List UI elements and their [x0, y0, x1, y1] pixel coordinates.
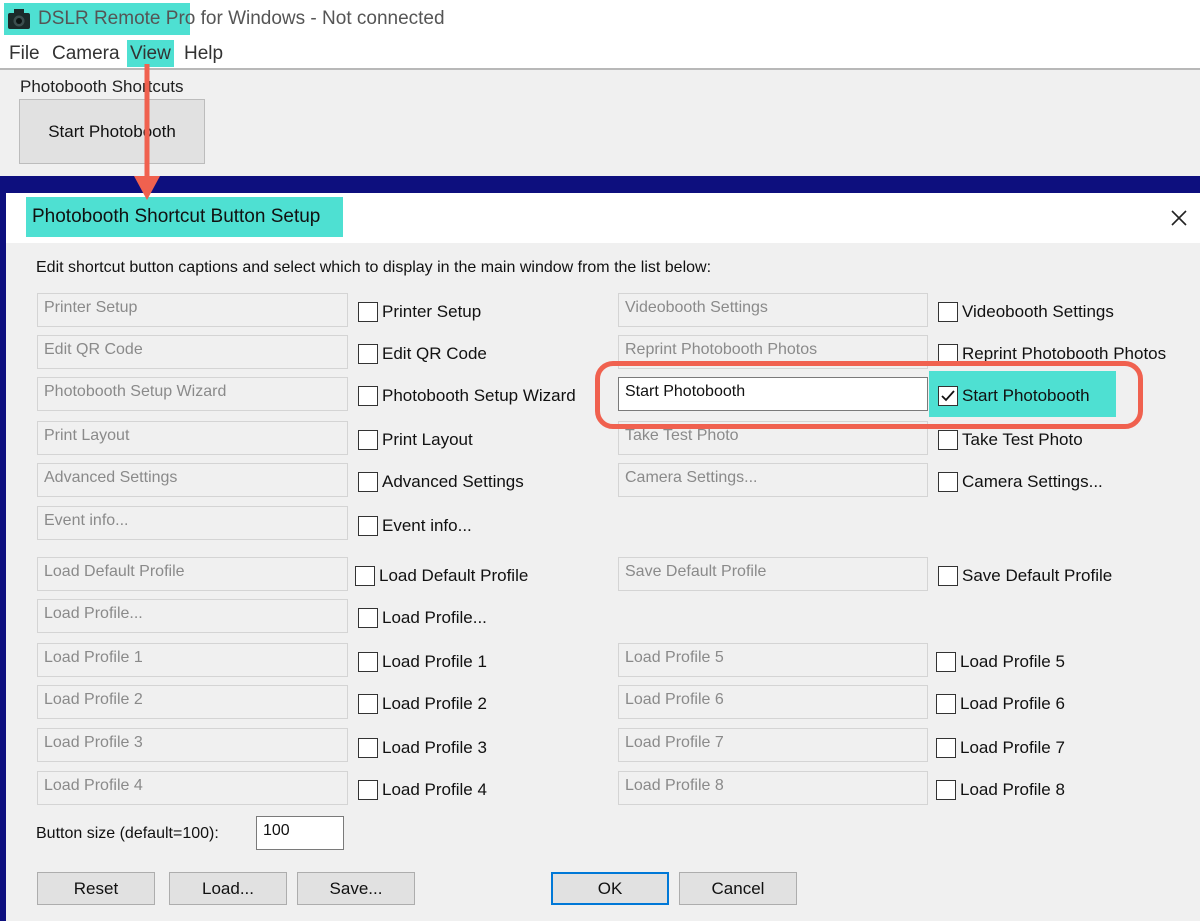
ok-button[interactable]: OK [551, 872, 669, 905]
camera-app-icon [8, 9, 30, 29]
checkbox-load-profile-3[interactable]: Load Profile 3 [358, 735, 487, 761]
checkbox-box[interactable] [938, 302, 958, 322]
caption-field-advanced-settings[interactable]: Advanced Settings [37, 463, 348, 497]
checkbox-load-profile-7[interactable]: Load Profile 7 [936, 735, 1065, 761]
checkbox-advanced-settings[interactable]: Advanced Settings [358, 469, 524, 495]
menu-file[interactable]: File [9, 43, 40, 65]
checkbox-box[interactable] [936, 652, 956, 672]
caption-field-load-profile-4[interactable]: Load Profile 4 [37, 771, 348, 805]
caption-field-load-default-profile[interactable]: Load Default Profile [37, 557, 348, 591]
caption-field-print-layout[interactable]: Print Layout [37, 421, 348, 455]
checkbox-load-profile-5[interactable]: Load Profile 5 [936, 649, 1065, 675]
caption-field-camera-settings[interactable]: Camera Settings... [618, 463, 928, 497]
checkbox-box[interactable] [358, 694, 378, 714]
checkbox-box[interactable] [358, 430, 378, 450]
checkbox-edit-qr-code[interactable]: Edit QR Code [358, 341, 487, 367]
checkbox-box[interactable] [355, 566, 375, 586]
checkbox-box[interactable] [936, 780, 956, 800]
caption-field-load-profile-8[interactable]: Load Profile 8 [618, 771, 928, 805]
checkbox-box[interactable] [358, 344, 378, 364]
menu-help[interactable]: Help [184, 43, 223, 65]
checkbox-load-profile-8[interactable]: Load Profile 8 [936, 777, 1065, 803]
button-size-label: Button size (default=100): [36, 825, 219, 842]
checkbox-load-profile-2[interactable]: Load Profile 2 [358, 691, 487, 717]
checkbox-camera-settings[interactable]: Camera Settings... [938, 469, 1103, 495]
checkbox-videobooth-settings[interactable]: Videobooth Settings [938, 299, 1114, 325]
menu-view[interactable]: View [130, 43, 171, 65]
checkbox-box[interactable] [358, 516, 378, 536]
checkbox-box[interactable] [358, 386, 378, 406]
caption-field-photobooth-setup-wizard[interactable]: Photobooth Setup Wizard [37, 377, 348, 411]
save-button[interactable]: Save... [297, 872, 415, 905]
checkbox-box[interactable] [358, 738, 378, 758]
menubar [0, 38, 1200, 68]
reset-button[interactable]: Reset [37, 872, 155, 905]
checkbox-load-default-profile[interactable]: Load Default Profile [355, 563, 528, 589]
photobooth-shortcuts-label: Photobooth Shortcuts [20, 77, 184, 96]
cancel-button[interactable]: Cancel [679, 872, 797, 905]
caption-field-save-default-profile[interactable]: Save Default Profile [618, 557, 928, 591]
caption-field-load-profile-1[interactable]: Load Profile 1 [37, 643, 348, 677]
checkbox-box[interactable] [938, 430, 958, 450]
checkbox-box[interactable] [936, 738, 956, 758]
checkbox-save-default-profile[interactable]: Save Default Profile [938, 563, 1112, 589]
checkbox-printer-setup[interactable]: Printer Setup [358, 299, 481, 325]
checkbox-box[interactable] [358, 302, 378, 322]
checkbox-box[interactable] [938, 472, 958, 492]
caption-field-load-profile[interactable]: Load Profile... [37, 599, 348, 633]
button-size-input[interactable]: 100 [256, 816, 344, 850]
window-title: DSLR Remote Pro for Windows - Not connec… [38, 8, 445, 29]
caption-field-event-info[interactable]: Event info... [37, 506, 348, 540]
checkbox-box[interactable] [358, 608, 378, 628]
checkbox-box[interactable] [358, 652, 378, 672]
checkbox-event-info[interactable]: Event info... [358, 513, 472, 539]
caption-field-load-profile-7[interactable]: Load Profile 7 [618, 728, 928, 762]
caption-field-videobooth-settings[interactable]: Videobooth Settings [618, 293, 928, 327]
shortcut-setup-dialog: Photobooth Shortcut Button Setup Edit sh… [6, 193, 1200, 921]
caption-field-printer-setup[interactable]: Printer Setup [37, 293, 348, 327]
caption-field-load-profile-6[interactable]: Load Profile 6 [618, 685, 928, 719]
checkbox-load-profile[interactable]: Load Profile... [358, 605, 487, 631]
checkbox-take-test-photo[interactable]: Take Test Photo [938, 427, 1083, 453]
dialog-title: Photobooth Shortcut Button Setup [32, 206, 321, 227]
caption-field-edit-qr-code[interactable]: Edit QR Code [37, 335, 348, 369]
checkbox-box[interactable] [938, 566, 958, 586]
caption-field-load-profile-2[interactable]: Load Profile 2 [37, 685, 348, 719]
checkbox-box[interactable] [358, 472, 378, 492]
caption-field-load-profile-3[interactable]: Load Profile 3 [37, 728, 348, 762]
checkbox-load-profile-4[interactable]: Load Profile 4 [358, 777, 487, 803]
checkbox-print-layout[interactable]: Print Layout [358, 427, 473, 453]
start-photobooth-shortcut-button[interactable]: Start Photobooth [19, 99, 205, 164]
load-button[interactable]: Load... [169, 872, 287, 905]
menu-camera[interactable]: Camera [52, 43, 120, 65]
checkbox-load-profile-6[interactable]: Load Profile 6 [936, 691, 1065, 717]
checkbox-load-profile-1[interactable]: Load Profile 1 [358, 649, 487, 675]
checkbox-box[interactable] [358, 780, 378, 800]
close-icon[interactable] [1167, 206, 1191, 230]
checkbox-box[interactable] [936, 694, 956, 714]
checkbox-photobooth-setup-wizard[interactable]: Photobooth Setup Wizard [358, 383, 576, 409]
dialog-instruction: Edit shortcut button captions and select… [36, 259, 712, 276]
annotation-outline [595, 361, 1143, 429]
caption-field-load-profile-5[interactable]: Load Profile 5 [618, 643, 928, 677]
